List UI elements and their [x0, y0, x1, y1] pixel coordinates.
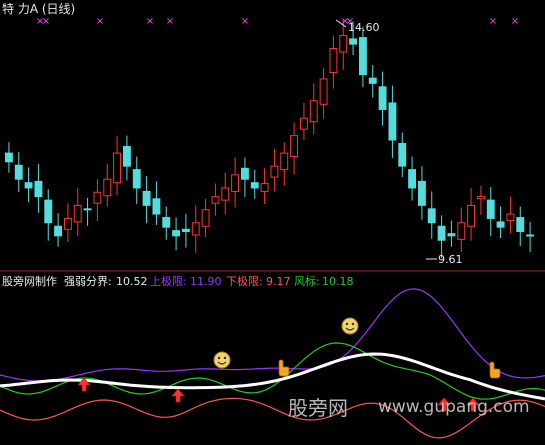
candle-body [231, 174, 240, 192]
candle-body [526, 234, 535, 237]
candle-body [368, 77, 377, 84]
lower-label: 下极限: [226, 274, 263, 288]
candle-body [132, 169, 141, 189]
wind-label: 风标: [294, 274, 320, 288]
candle-body [250, 182, 259, 189]
signal-x-marker: × [511, 16, 519, 27]
upper-label: 上极限: [150, 274, 187, 288]
candle-body [93, 191, 102, 204]
candle-body [240, 167, 249, 180]
candle-body [358, 37, 367, 76]
hand-pointer-icon [489, 361, 501, 379]
candle-body [447, 233, 456, 237]
high-price-label: 14.60 [348, 21, 380, 34]
candle-body [290, 135, 299, 158]
low-price-label: 9.61 [438, 253, 463, 266]
candle-body [349, 38, 358, 45]
candle-body [122, 146, 131, 167]
candle-body [211, 196, 220, 204]
candle-body [34, 180, 43, 198]
candlestick-series [4, 20, 535, 259]
hand-pointer-icon [278, 359, 290, 377]
candle-body [152, 198, 161, 215]
signal-x-marker: × [96, 16, 104, 27]
lower-value: 9.17 [266, 275, 291, 288]
chart-title: 特 力A (日线) [2, 1, 75, 16]
candle-body [103, 178, 112, 197]
upper-value: 11.90 [190, 275, 222, 288]
candle-body [329, 48, 338, 73]
candle-body [339, 34, 348, 53]
candle-body [319, 78, 328, 105]
candle-body [408, 169, 417, 189]
candle-body [181, 228, 190, 232]
candle-body [63, 217, 72, 230]
candle-body [191, 222, 200, 236]
candle-body [496, 221, 505, 228]
wind-value: 10.18 [322, 275, 354, 288]
signal-x-marker: × [146, 16, 154, 27]
candle-body [142, 190, 151, 206]
candle-body [73, 204, 82, 223]
signal-x-marker: × [489, 16, 497, 27]
signal-x-marker: × [241, 16, 249, 27]
candle-body [54, 225, 63, 237]
candle-body [378, 86, 387, 110]
candle-body [24, 182, 33, 189]
candle-body [467, 204, 476, 227]
candle-body [4, 152, 13, 163]
upper-limit-line [0, 288, 545, 382]
candle-body [299, 117, 308, 130]
candle-body [457, 222, 466, 240]
candle-body [270, 165, 279, 178]
candle-body [476, 196, 485, 200]
candle-body [221, 187, 230, 201]
candle-body [486, 199, 495, 219]
candle-body [280, 152, 289, 171]
candle-body [437, 225, 446, 241]
candle-body [113, 152, 122, 184]
smiley-icon [341, 317, 359, 335]
smiley-icon [213, 351, 231, 369]
signal-x-marker: × [166, 16, 174, 27]
strength-line [0, 352, 545, 401]
stock-chart: 特 力A (日线) ×× × × × × ×× × × 14.60 9.61 股旁网制作 强弱… [0, 1, 545, 439]
watermark-url: www.gupang.com [378, 397, 530, 417]
candle-body [162, 217, 171, 228]
watermark-cn: 股旁网 [288, 396, 348, 420]
signal-x-marker: × [42, 16, 50, 27]
buy-arrow-icon [171, 388, 185, 403]
candle-body [260, 183, 269, 192]
candle-body [44, 199, 53, 224]
candle-body [417, 180, 426, 206]
strength-value: 10.52 [116, 275, 148, 288]
candle-body [201, 209, 210, 227]
candle-body [427, 208, 436, 224]
strength-label: 强弱分界: [64, 275, 112, 288]
candle-body [516, 217, 525, 233]
signal-markers: ×× × × × × ×× × × [36, 16, 519, 27]
candle-body [388, 102, 397, 141]
candle-body [83, 208, 92, 211]
candle-body [506, 213, 515, 222]
candle-body [14, 164, 23, 180]
candle-body [309, 100, 318, 123]
candle-body [172, 230, 181, 237]
candle-body [398, 142, 407, 167]
indicator-name: 股旁网制作 [2, 274, 57, 288]
